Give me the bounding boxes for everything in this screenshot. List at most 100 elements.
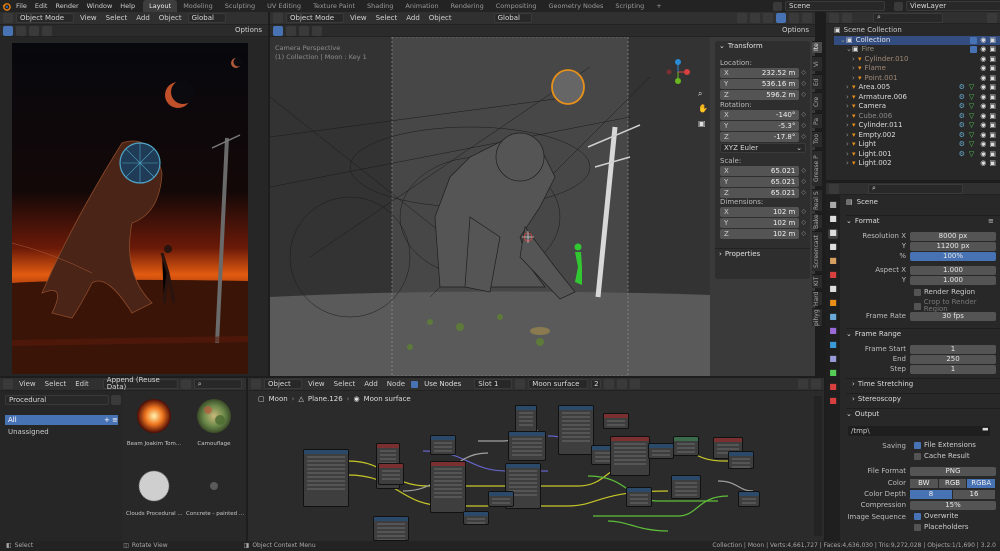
blender-logo-icon[interactable] <box>0 0 12 12</box>
object-tab-icon[interactable]: ■ <box>828 299 838 309</box>
asset-tile[interactable]: Clouds Procedural ... <box>126 466 183 528</box>
mode-dropdown[interactable]: Object Mode <box>286 13 344 23</box>
xray-icon[interactable] <box>750 13 760 23</box>
visibility-eye-icon[interactable]: ◉ <box>980 65 986 72</box>
options-dropdown[interactable]: Options <box>232 27 265 34</box>
visibility-eye-icon[interactable]: ◉ <box>980 93 986 101</box>
tab-modeling[interactable]: Modeling <box>177 0 219 12</box>
tool-icon[interactable] <box>273 25 283 36</box>
tab-compositing[interactable]: Compositing <box>490 0 543 12</box>
keyframe-icon[interactable]: ◇ <box>801 168 806 174</box>
view-layer-icon[interactable] <box>894 1 903 11</box>
duplicate-material-icon[interactable] <box>604 379 615 389</box>
keyframe-icon[interactable]: ◇ <box>801 70 806 76</box>
material-users-count[interactable]: 2 <box>591 379 602 389</box>
crop-to-render-region-checkbox[interactable] <box>914 302 921 310</box>
material-shading-icon[interactable] <box>789 13 799 23</box>
menu-add[interactable]: Add <box>361 380 381 388</box>
keyframe-icon[interactable]: ◇ <box>801 231 806 237</box>
frame-rate-field[interactable]: 30 fps <box>910 311 996 321</box>
physics-tab-icon[interactable]: ■ <box>828 341 838 351</box>
visibility-eye-icon[interactable]: ◉ <box>980 74 986 82</box>
sidebar-tab-ed[interactable]: Ed <box>812 74 822 89</box>
shader-node[interactable] <box>610 436 650 476</box>
properties-search-input[interactable]: ⌕ <box>868 183 963 194</box>
use-nodes-checkbox[interactable] <box>411 380 419 388</box>
modifiers-tab-icon[interactable]: ■ <box>828 313 838 323</box>
editor-type-icon[interactable] <box>829 12 839 23</box>
shader-node[interactable] <box>738 491 760 507</box>
visibility-eye-icon[interactable]: ◉ <box>980 55 986 63</box>
rotation-z-field[interactable]: Z -17.8° <box>720 132 800 142</box>
shader-node[interactable] <box>671 475 701 499</box>
editor-type-icon[interactable] <box>829 183 839 194</box>
asset-tile[interactable]: Camouflage <box>186 396 242 458</box>
sidebar-tab-hard[interactable]: Hard <box>812 291 822 306</box>
visibility-eye-icon[interactable]: ◉ <box>980 131 986 139</box>
sidebar-tab-kit[interactable]: KIT <box>812 274 822 288</box>
orientation-dropdown[interactable]: Global <box>187 13 226 23</box>
tool-tab-icon[interactable]: ■ <box>828 201 838 211</box>
mode-dropdown[interactable]: Object Mode <box>16 13 74 23</box>
overlay-icon[interactable] <box>811 379 821 389</box>
menu-edit[interactable]: Edit <box>31 3 52 10</box>
overwrite[interactable]: Overwrite <box>914 513 958 520</box>
expand-arrow-icon[interactable]: › <box>719 250 722 258</box>
menu-add[interactable]: Add <box>403 14 423 22</box>
visibility-eye-icon[interactable]: ◉ <box>980 150 986 158</box>
refresh-icon[interactable] <box>111 395 121 405</box>
menu-view[interactable]: View <box>16 380 39 388</box>
tab-sculpting[interactable]: Sculpting <box>219 0 261 12</box>
shader-node[interactable] <box>626 487 652 507</box>
collection-tab-icon[interactable]: ■ <box>828 285 838 295</box>
tab-scripting[interactable]: Scripting <box>609 0 650 12</box>
render-tab-icon[interactable]: ■ <box>828 215 838 225</box>
menu-node[interactable]: Node <box>384 380 408 388</box>
keyframe-icon[interactable]: ◇ <box>801 209 806 215</box>
tab-rendering[interactable]: Rendering <box>445 0 490 12</box>
outliner-row[interactable]: › ▾ Cube.006 ⚙ ▽ ◉ ▣ <box>834 112 1000 122</box>
location-x-field[interactable]: X 232.52 m <box>720 68 800 78</box>
render-camera-icon[interactable]: ▣ <box>989 93 996 101</box>
shader-node[interactable] <box>603 413 629 429</box>
menu-select[interactable]: Select <box>103 14 131 22</box>
outliner-row[interactable]: ⌄ ▣ Fire ◉ ▣ <box>834 45 1000 55</box>
outliner-row[interactable]: ⌄ ▣ Collection ◉ ▣ <box>834 35 1000 45</box>
color-depth-16[interactable]: 16 <box>953 489 995 499</box>
format-section[interactable]: ⌄ Format <box>846 215 1000 227</box>
visibility-eye-icon[interactable]: ◉ <box>980 112 986 120</box>
menu-object[interactable]: Object <box>156 14 185 22</box>
aspect-y-field[interactable]: 1.000 <box>910 275 996 285</box>
keyframe-icon[interactable]: ◇ <box>801 112 806 118</box>
tool-icon[interactable] <box>3 25 13 36</box>
resolution-pct-field[interactable]: 100% <box>910 251 996 261</box>
keyframe-icon[interactable]: ◇ <box>801 179 806 185</box>
editor-type-icon[interactable] <box>3 379 13 389</box>
keyframe-icon[interactable]: ◇ <box>801 92 806 98</box>
render-camera-icon[interactable]: ▣ <box>989 74 996 82</box>
scene-tab-icon[interactable]: ■ <box>828 257 838 267</box>
menu-render[interactable]: Render <box>51 3 82 10</box>
asset-tile[interactable]: Concrete - painted ... <box>186 466 244 528</box>
filter-icon[interactable] <box>987 12 997 23</box>
material-name-field[interactable]: Moon surface <box>528 379 589 389</box>
editor-type-icon[interactable] <box>251 379 261 389</box>
shader-node[interactable] <box>303 449 349 507</box>
dimensions-x-field[interactable]: X 102 m <box>720 207 800 217</box>
asset-tile[interactable]: Beam Joakim Tom... <box>126 396 182 458</box>
scene-selector[interactable]: Scene <box>785 1 885 11</box>
add-catalog-icon[interactable]: + ≡ <box>104 416 118 424</box>
unlink-material-icon[interactable] <box>617 379 628 389</box>
menu-view[interactable]: View <box>77 14 100 22</box>
sidebar-tab-ite[interactable]: Ite <box>812 41 822 53</box>
location-y-field[interactable]: Y 536.16 m <box>720 79 800 89</box>
render-camera-icon[interactable]: ▣ <box>989 122 996 129</box>
placeholders-checkbox[interactable] <box>914 524 921 531</box>
sidebar-tab-vi[interactable]: Vi <box>812 56 822 71</box>
scale-z-field[interactable]: Z 65.021 <box>720 188 800 198</box>
render-camera-icon[interactable]: ▣ <box>989 131 996 139</box>
shader-node[interactable] <box>463 511 489 525</box>
shader-node[interactable] <box>430 435 456 455</box>
render-camera-icon[interactable]: ▣ <box>989 36 996 44</box>
orientation-dropdown[interactable]: Global <box>493 13 532 23</box>
